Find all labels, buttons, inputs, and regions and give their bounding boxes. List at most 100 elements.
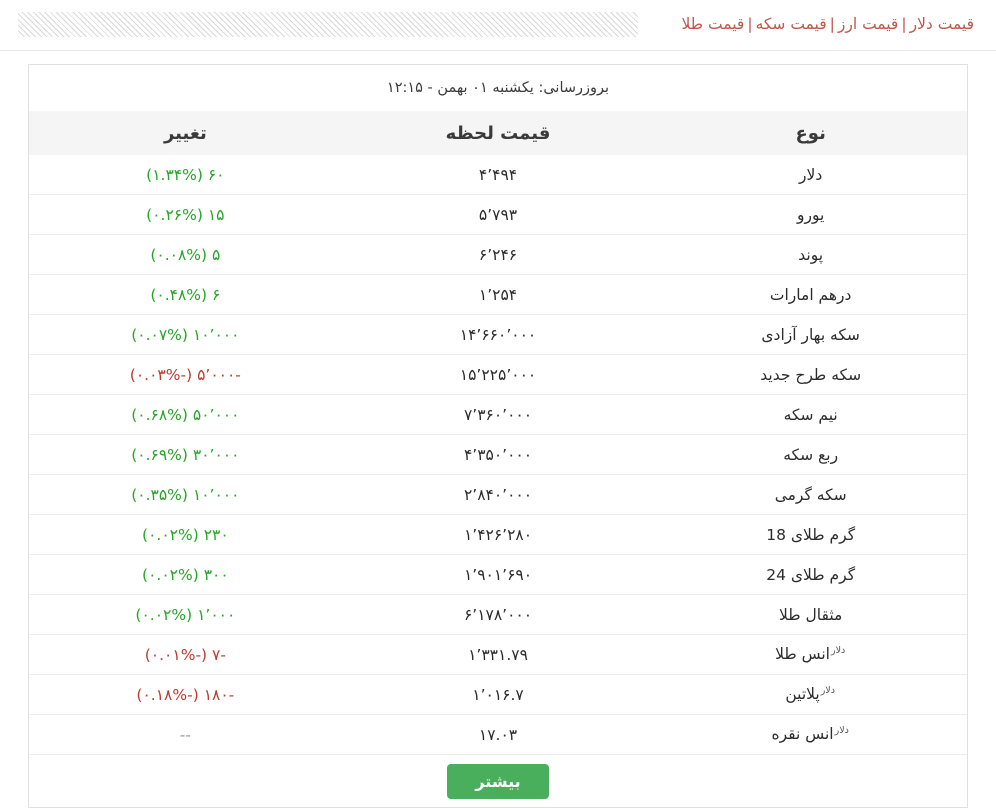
asset-type-label: سکه گرمی <box>774 485 847 504</box>
table-row: دلارانس نقره ۱۷.۰۳ -- <box>29 714 967 755</box>
table-row: سکه گرمی ۲٬۸۴۰٬۰۰۰ ۱۰٬۰۰۰ (۰.۳۵%) <box>29 474 967 515</box>
cell-asset-type: درهم امارات <box>654 274 967 315</box>
table-row: دلار ۴٬۴۹۴ ۶۰ (۱.۳۴%) <box>29 155 967 195</box>
cell-instant-price: ۱٬۹۰۱٬۶۹۰ <box>341 554 655 595</box>
cell-asset-type: دلار <box>654 155 967 195</box>
column-header-row: نوع قیمت لحظه تغییر <box>29 111 967 155</box>
cell-asset-type: دلارانس نقره <box>654 714 967 755</box>
cell-change: ۱۰٬۰۰۰ (۰.۰۷%) <box>29 314 342 355</box>
asset-type-label: انس نقره <box>771 725 834 744</box>
table-row: درهم امارات ۱٬۲۵۴ ۶ (۰.۴۸%) <box>29 274 967 315</box>
table-row: پوند ۶٬۲۴۶ ۵ (۰.۰۸%) <box>29 234 967 275</box>
nav-separator-2: | <box>829 15 835 33</box>
cell-instant-price: ۱۵٬۲۲۵٬۰۰۰ <box>341 354 655 395</box>
cell-change: -۵٬۰۰۰ (-۰.۰۳%) <box>29 354 342 395</box>
table-row: دلارانس طلا ۱٬۳۳۱.۷۹ -۷ (-۰.۰۱%) <box>29 634 967 675</box>
asset-type-label: درهم امارات <box>769 285 852 304</box>
table-row: نیم سکه ۷٬۳۶۰٬۰۰۰ ۵۰٬۰۰۰ (۰.۶۸%) <box>29 394 967 435</box>
cell-asset-type: گرم طلای 18 <box>654 514 967 555</box>
cell-change: ۱۵ (۰.۲۶%) <box>29 194 342 235</box>
cell-instant-price: ۶٬۱۷۸٬۰۰۰ <box>341 594 655 635</box>
cell-change: ۶۰ (۱.۳۴%) <box>29 155 342 195</box>
asset-type-label: گرم طلای 18 <box>766 525 856 544</box>
cell-instant-price: ۶٬۲۴۶ <box>341 234 655 275</box>
asset-type-label: نیم سکه <box>783 405 838 424</box>
asset-type-label: سکه بهار آزادی <box>761 325 860 344</box>
asset-type-label: پلاتین <box>785 685 820 704</box>
more-button[interactable]: بیشتر <box>447 763 549 799</box>
column-header-change: تغییر <box>29 111 342 155</box>
nav-link-gold-price[interactable]: قیمت طلا <box>682 15 745 33</box>
nav-link-dollar-price[interactable]: قیمت دلار <box>910 15 974 33</box>
cell-asset-type: یورو <box>654 194 967 235</box>
table-row: سکه بهار آزادی ۱۴٬۶۶۰٬۰۰۰ ۱۰٬۰۰۰ (۰.۰۷%) <box>29 314 967 355</box>
cell-instant-price: ۴٬۴۹۴ <box>341 155 655 195</box>
cell-instant-price: ۱۴٬۶۶۰٬۰۰۰ <box>341 314 655 355</box>
cell-change: ۱٬۰۰۰ (۰.۰۲%) <box>29 594 342 635</box>
header-divider <box>0 50 996 51</box>
cell-asset-type: ربع سکه <box>654 434 967 475</box>
asset-type-label: دلار <box>799 165 823 184</box>
price-table-body: بروزرسانی: یکشنبه ۰۱ بهمن - ۱۲:۱۵ نوع قی… <box>29 65 967 807</box>
unit-superscript: دلار <box>834 725 849 737</box>
cell-change: -۷ (-۰.۰۱%) <box>29 634 342 675</box>
table-row: مثقال طلا ۶٬۱۷۸٬۰۰۰ ۱٬۰۰۰ (۰.۰۲%) <box>29 594 967 635</box>
cell-asset-type: پوند <box>654 234 967 275</box>
nav-separator-1: | <box>901 15 907 33</box>
update-timestamp-row: بروزرسانی: یکشنبه ۰۱ بهمن - ۱۲:۱۵ <box>29 65 967 111</box>
unit-superscript: دلار <box>820 685 835 697</box>
table-row: ربع سکه ۴٬۳۵۰٬۰۰۰ ۳۰٬۰۰۰ (۰.۶۹%) <box>29 434 967 475</box>
asset-type-label: مثقال طلا <box>779 605 843 624</box>
cell-change: ۳۰۰ (۰.۰۲%) <box>29 554 342 595</box>
asset-type-label: ربع سکه <box>783 445 839 464</box>
asset-type-label: انس طلا <box>775 645 830 664</box>
table-footer-row: بیشتر <box>29 754 967 807</box>
cell-instant-price: ۱٬۳۳۱.۷۹ <box>341 634 655 675</box>
cell-change: ۶ (۰.۴۸%) <box>29 274 342 315</box>
asset-type-label: یورو <box>797 205 825 224</box>
cell-asset-type: نیم سکه <box>654 394 967 435</box>
banner-placeholder <box>18 12 638 37</box>
column-header-type: نوع <box>654 111 967 155</box>
cell-asset-type: گرم طلای 24 <box>654 554 967 595</box>
column-header-price: قیمت لحظه <box>341 111 655 155</box>
cell-asset-type: دلارپلاتین <box>654 674 967 715</box>
cell-asset-type: سکه طرح جدید <box>654 354 967 395</box>
unit-superscript: دلار <box>831 645 846 657</box>
cell-change: ۳۰٬۰۰۰ (۰.۶۹%) <box>29 434 342 475</box>
table-row: یورو ۵٬۷۹۳ ۱۵ (۰.۲۶%) <box>29 194 967 235</box>
nav-link-currency-price[interactable]: قیمت ارز <box>838 15 898 33</box>
cell-change: ۵ (۰.۰۸%) <box>29 234 342 275</box>
table-row: گرم طلای 18 ۱٬۴۲۶٬۲۸۰ ۲۳۰ (۰.۰۲%) <box>29 514 967 555</box>
cell-instant-price: ۵٬۷۹۳ <box>341 194 655 235</box>
table-row: سکه طرح جدید ۱۵٬۲۲۵٬۰۰۰ -۵٬۰۰۰ (-۰.۰۳%) <box>29 354 967 395</box>
cell-change: ۵۰٬۰۰۰ (۰.۶۸%) <box>29 394 342 435</box>
cell-instant-price: ۱٬۲۵۴ <box>341 274 655 315</box>
cell-asset-type: سکه گرمی <box>654 474 967 515</box>
nav-separator-3: | <box>747 15 753 33</box>
footer-cell: بیشتر <box>29 754 967 807</box>
header-nav-links: قیمت دلار|قیمت ارز|قیمت سکه|قیمت طلا <box>682 10 974 38</box>
price-table-container: بروزرسانی: یکشنبه ۰۱ بهمن - ۱۲:۱۵ نوع قی… <box>28 64 968 808</box>
cell-instant-price: ۷٬۳۶۰٬۰۰۰ <box>341 394 655 435</box>
cell-asset-type: سکه بهار آزادی <box>654 314 967 355</box>
cell-change: ۱۰٬۰۰۰ (۰.۳۵%) <box>29 474 342 515</box>
asset-type-label: گرم طلای 24 <box>766 565 856 584</box>
cell-change: -- <box>29 714 342 755</box>
cell-asset-type: دلارانس طلا <box>654 634 967 675</box>
cell-instant-price: ۱۷.۰۳ <box>341 714 655 755</box>
cell-asset-type: مثقال طلا <box>654 594 967 635</box>
cell-instant-price: ۱٬۰۱۶.۷ <box>341 674 655 715</box>
cell-instant-price: ۲٬۸۴۰٬۰۰۰ <box>341 474 655 515</box>
table-row: دلارپلاتین ۱٬۰۱۶.۷ -۱۸۰ (-۰.۱۸%) <box>29 674 967 715</box>
cell-change: -۱۸۰ (-۰.۱۸%) <box>29 674 342 715</box>
cell-change: ۲۳۰ (۰.۰۲%) <box>29 514 342 555</box>
cell-instant-price: ۴٬۳۵۰٬۰۰۰ <box>341 434 655 475</box>
top-header-bar: قیمت دلار|قیمت ارز|قیمت سکه|قیمت طلا <box>0 0 996 50</box>
nav-link-coin-price[interactable]: قیمت سکه <box>756 15 827 33</box>
asset-type-label: پوند <box>798 245 824 264</box>
asset-type-label: سکه طرح جدید <box>760 365 862 384</box>
price-table: بروزرسانی: یکشنبه ۰۱ بهمن - ۱۲:۱۵ نوع قی… <box>29 65 967 807</box>
cell-instant-price: ۱٬۴۲۶٬۲۸۰ <box>341 514 655 555</box>
table-row: گرم طلای 24 ۱٬۹۰۱٬۶۹۰ ۳۰۰ (۰.۰۲%) <box>29 554 967 595</box>
